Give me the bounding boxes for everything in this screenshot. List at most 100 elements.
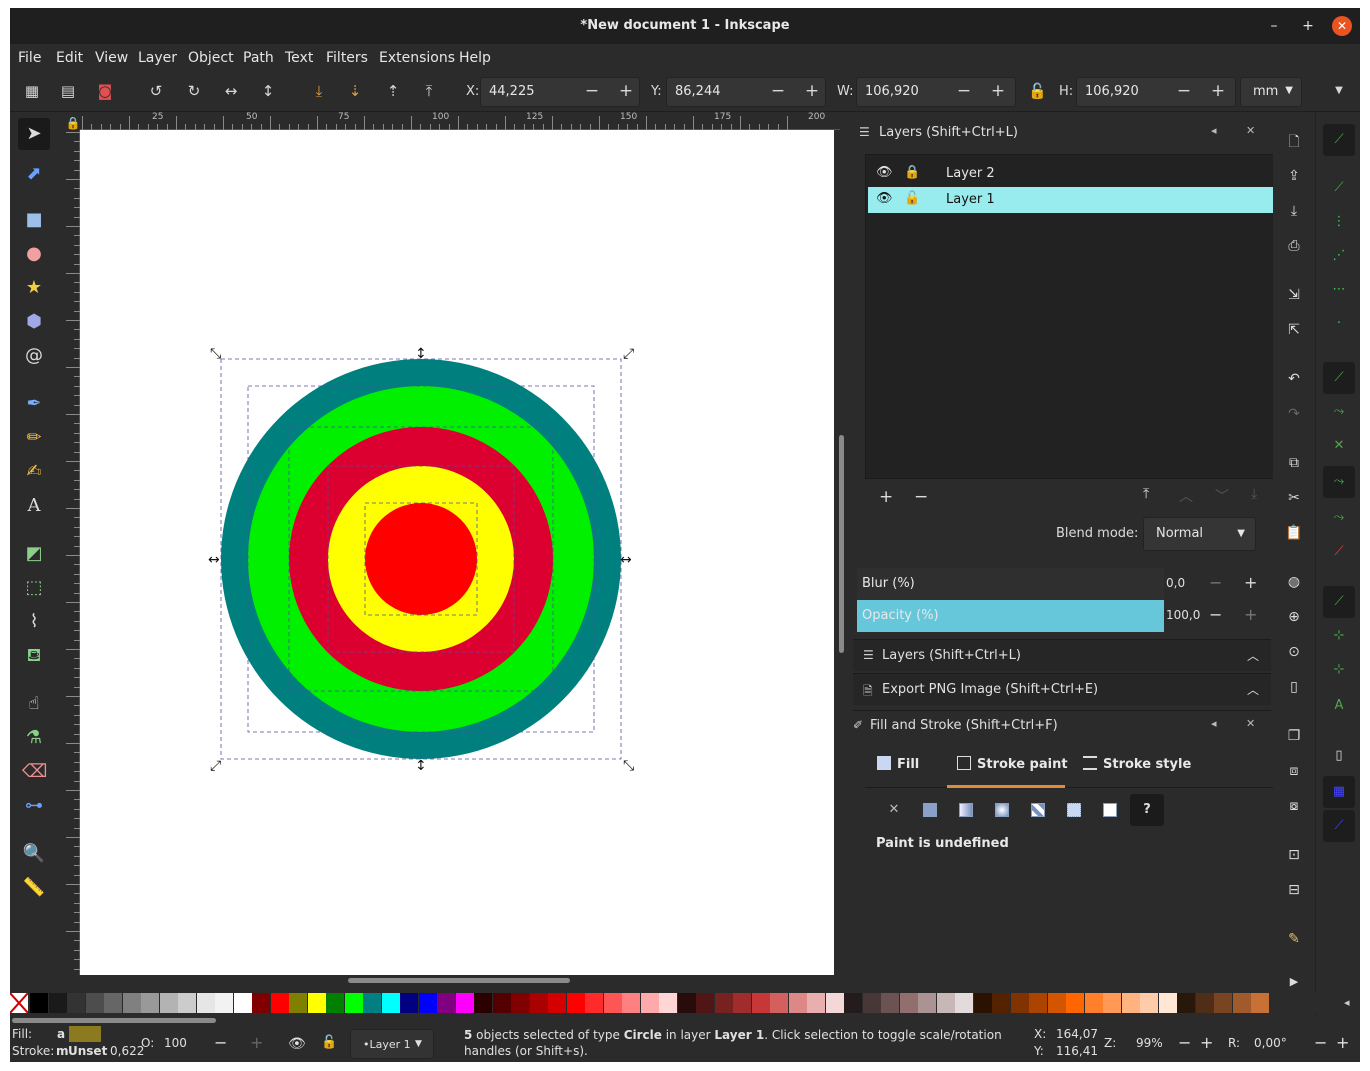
mesh-gradient-icon[interactable] xyxy=(1028,800,1048,820)
w-value[interactable]: 106,920 xyxy=(865,84,919,99)
palette-swatch[interactable] xyxy=(955,993,973,1013)
snap-others-icon[interactable]: ⟋ xyxy=(1323,586,1355,618)
select-all-layers-icon[interactable]: ▤ xyxy=(59,82,77,100)
palette-swatch[interactable] xyxy=(437,993,455,1013)
y-increment-button[interactable]: + xyxy=(801,81,823,101)
palette-swatch[interactable] xyxy=(585,993,603,1013)
palette-swatch[interactable] xyxy=(1140,993,1158,1013)
remove-layer-button[interactable]: − xyxy=(914,487,928,507)
more-commands-icon[interactable]: ▶ xyxy=(1284,972,1304,992)
palette-swatch[interactable] xyxy=(1195,993,1214,1013)
palette-swatch[interactable] xyxy=(807,993,825,1013)
menu-layer[interactable]: Layer xyxy=(138,50,177,66)
current-layer-select[interactable]: •Layer 1 ▼ xyxy=(350,1029,434,1059)
duplicate-icon[interactable]: ❐ xyxy=(1284,726,1304,746)
palette-swatch[interactable] xyxy=(400,993,418,1013)
palette-swatch[interactable] xyxy=(1103,993,1121,1013)
palette-swatch[interactable] xyxy=(307,993,326,1013)
palette-swatch[interactable] xyxy=(48,993,67,1013)
save-icon[interactable]: ⤓ xyxy=(1284,201,1304,221)
horizontal-scrollbar[interactable] xyxy=(80,975,834,985)
bezier-tool-icon[interactable]: ✒ xyxy=(22,392,46,416)
y-value[interactable]: 86,244 xyxy=(675,84,721,99)
palette-swatch[interactable] xyxy=(1084,993,1103,1013)
layer-row-selected[interactable]: 👁 🔓 Layer 1 xyxy=(868,187,1276,213)
pattern-icon[interactable] xyxy=(1064,800,1084,820)
blur-slider[interactable]: Blur (%) 0,0 − + xyxy=(857,568,1267,600)
palette-swatch[interactable] xyxy=(733,993,751,1013)
zoom-drawing-icon[interactable]: ⊕ xyxy=(1284,607,1304,627)
palette-swatch[interactable] xyxy=(788,993,807,1013)
palette-swatch[interactable] xyxy=(1121,993,1140,1013)
palette-swatch[interactable] xyxy=(1047,993,1066,1013)
tab-fill[interactable]: Fill xyxy=(877,756,919,772)
group-icon[interactable]: ⊡ xyxy=(1284,845,1304,865)
spiral-tool-icon[interactable]: @ xyxy=(22,344,46,368)
paint-bucket-tool-icon[interactable]: ⛾ xyxy=(22,644,46,668)
x-decrement-button[interactable]: − xyxy=(581,81,603,101)
unlock-icon[interactable]: 🔓 xyxy=(904,191,920,206)
palette-swatch[interactable] xyxy=(622,993,640,1013)
clone-icon[interactable]: ⧈ xyxy=(1284,761,1304,781)
snap-bbox-center-icon[interactable]: · xyxy=(1323,308,1355,340)
palette-swatch[interactable] xyxy=(418,993,437,1013)
lower-layer-icon[interactable]: ﹀ xyxy=(1215,486,1229,506)
palette-scroll-thumb[interactable] xyxy=(12,1018,216,1023)
w-field[interactable]: 106,920 − + xyxy=(856,77,1016,107)
rotation-increment-button[interactable]: + xyxy=(1336,1033,1349,1052)
palette-swatch[interactable] xyxy=(936,993,955,1013)
eraser-tool-icon[interactable]: ⌫ xyxy=(22,760,47,784)
y-decrement-button[interactable]: − xyxy=(767,81,789,101)
no-color-swatch[interactable] xyxy=(10,992,29,1014)
palette-swatch[interactable] xyxy=(918,993,936,1013)
rectangle-tool-icon[interactable]: ■ xyxy=(22,208,46,232)
palette-swatch[interactable] xyxy=(529,993,548,1013)
close-button[interactable]: ✕ xyxy=(1332,16,1352,36)
palette-swatch[interactable] xyxy=(252,993,270,1013)
snap-cusp-nodes-icon[interactable]: ⤳ xyxy=(1323,466,1355,498)
h-field[interactable]: 106,920 − + xyxy=(1076,77,1236,107)
w-decrement-button[interactable]: − xyxy=(953,81,975,101)
h-increment-button[interactable]: + xyxy=(1207,81,1229,101)
copy-icon[interactable]: ⧉ xyxy=(1284,453,1304,473)
ellipse-tool-icon[interactable]: ● xyxy=(22,242,46,266)
flip-vertical-icon[interactable]: ↕ xyxy=(259,82,277,100)
palette-swatch[interactable] xyxy=(492,993,511,1013)
new-document-icon[interactable]: 🗋 xyxy=(1284,132,1304,152)
h-value[interactable]: 106,920 xyxy=(1085,84,1139,99)
blur-increment-button[interactable]: + xyxy=(1244,573,1257,592)
zoom-tool-icon[interactable]: 🔍 xyxy=(22,842,46,866)
palette-swatch[interactable] xyxy=(862,993,881,1013)
zoom-spinner[interactable]: 99% − + xyxy=(1124,1028,1214,1058)
zoom-selection-icon[interactable]: ◍ xyxy=(1284,572,1304,592)
opacity-decrement-button[interactable]: − xyxy=(214,1033,227,1052)
palette-swatch[interactable] xyxy=(85,993,104,1013)
palette-swatch[interactable] xyxy=(1029,993,1047,1013)
palette-swatch[interactable] xyxy=(844,993,862,1013)
export-icon[interactable]: ⇱ xyxy=(1284,320,1304,340)
rotation-decrement-button[interactable]: − xyxy=(1314,1033,1327,1052)
menu-view[interactable]: View xyxy=(95,50,128,66)
snap-nodes-icon[interactable]: ⟋ xyxy=(1323,362,1355,394)
palette-swatch[interactable] xyxy=(344,993,363,1013)
fill-indicator[interactable] xyxy=(69,1026,101,1042)
deselect-icon[interactable]: ◙ xyxy=(96,82,114,100)
undo-icon[interactable]: ↶ xyxy=(1284,369,1304,389)
snap-smooth-nodes-icon[interactable]: ⤳ xyxy=(1323,502,1355,534)
layer-lock-icon[interactable]: 🔓 xyxy=(321,1035,337,1050)
raise-layer-icon[interactable]: ︿ xyxy=(1179,486,1193,506)
menu-path[interactable]: Path xyxy=(243,50,274,66)
palette-swatch[interactable] xyxy=(233,993,252,1013)
gradient-tool-icon[interactable]: ◩ xyxy=(22,542,46,566)
palette-swatch[interactable] xyxy=(1158,993,1177,1013)
chevron-up-icon[interactable]: ︿ xyxy=(1247,681,1259,698)
palette-swatch[interactable] xyxy=(603,993,622,1013)
swatch-icon[interactable] xyxy=(1100,800,1120,820)
snap-text-baseline-icon[interactable]: A xyxy=(1323,690,1355,722)
opacity-slider[interactable]: Opacity (%) 100,0 − + xyxy=(857,600,1267,632)
snap-path-intersection-icon[interactable]: ✕ xyxy=(1323,430,1355,462)
mesh-tool-icon[interactable]: ⬚ xyxy=(22,576,46,600)
unit-select[interactable]: mm ▼ xyxy=(1240,77,1302,107)
zoom-out-button[interactable]: − xyxy=(1178,1033,1191,1052)
opacity-spinner[interactable]: 100 − + xyxy=(156,1028,266,1058)
